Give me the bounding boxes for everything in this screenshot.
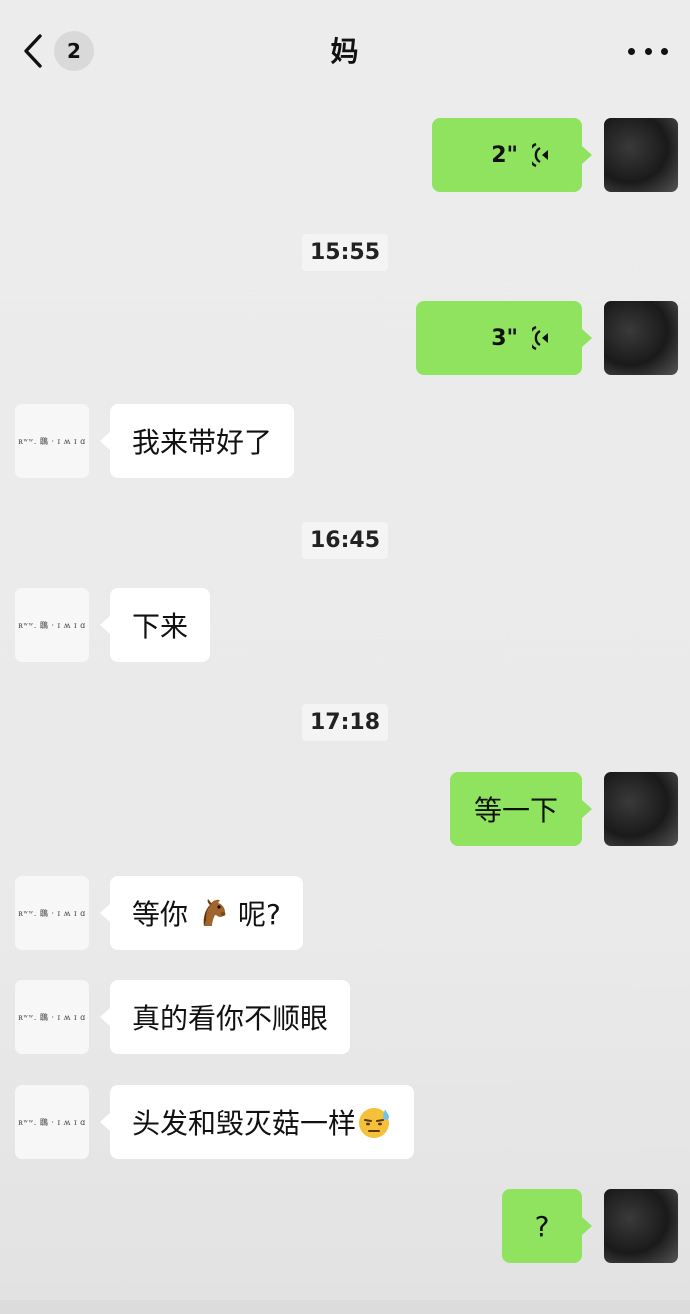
text-message-bubble[interactable]: 我来带好了 [99, 404, 295, 478]
message-text: 头发和毁灭菇一样 [132, 1107, 357, 1140]
message-text: 等你 [132, 898, 189, 931]
message-row: ? [0, 1189, 690, 1263]
contact-avatar[interactable]: ʀʷʷ. 䳭 · ɪ ʍ ɪ ɑ [15, 588, 89, 662]
message-text: 等一下 [473, 794, 558, 827]
voice-message-bubble[interactable]: 3" [416, 301, 592, 375]
text-message-bubble[interactable]: ? [502, 1189, 592, 1263]
message-text: 我来带好了 [132, 426, 273, 459]
voice-message-bubble[interactable]: 2" [432, 118, 592, 192]
message-text: 下来 [132, 610, 189, 643]
contact-avatar[interactable]: ʀʷʷ. 䳭 · ɪ ʍ ɪ ɑ [15, 404, 89, 478]
my-avatar[interactable] [604, 772, 678, 846]
message-text: 真的看你不顺眼 [132, 1002, 329, 1035]
message-text: 呢? [238, 898, 281, 931]
avatar-logo-image: ʀʷʷ. 䳭 · ɪ ʍ ɪ ɑ [18, 1117, 86, 1127]
message-row: 3" [0, 301, 690, 375]
my-avatar[interactable] [604, 1189, 678, 1263]
text-message-bubble[interactable]: 头发和毁灭菇一样 [99, 1085, 415, 1159]
more-options-button[interactable] [628, 36, 668, 66]
message-row: ʀʷʷ. 䳭 · ɪ ʍ ɪ ɑ 头发和毁灭菇一样 [0, 1085, 690, 1159]
chat-screen: 2 妈 2" 15:55 3" ʀʷʷ. 䳭 · ɪ ʍ ɪ ɑ 我来带好了 1… [0, 0, 690, 1314]
message-row: ʀʷʷ. 䳭 · ɪ ʍ ɪ ɑ 等你 呢? [0, 876, 690, 950]
horse-emoji-icon [196, 896, 230, 930]
avatar-logo-image: ʀʷʷ. 䳭 · ɪ ʍ ɪ ɑ [18, 908, 86, 918]
my-avatar[interactable] [604, 118, 678, 192]
text-message-bubble[interactable]: 真的看你不顺眼 [99, 980, 351, 1054]
more-dots-icon [628, 47, 635, 55]
my-avatar[interactable] [604, 301, 678, 375]
sweat-face-emoji-icon [356, 1104, 392, 1140]
message-row: 等一下 [0, 772, 690, 846]
contact-avatar[interactable]: ʀʷʷ. 䳭 · ɪ ʍ ɪ ɑ [15, 876, 89, 950]
voice-wave-icon [532, 141, 552, 169]
text-message-bubble[interactable]: 下来 [99, 588, 211, 662]
contact-avatar[interactable]: ʀʷʷ. 䳭 · ɪ ʍ ɪ ɑ [15, 1085, 89, 1159]
input-toolbar-edge [0, 1300, 690, 1314]
avatar-logo-image: ʀʷʷ. 䳭 · ɪ ʍ ɪ ɑ [18, 1012, 86, 1022]
message-timestamp: 15:55 [0, 234, 690, 271]
message-row: ʀʷʷ. 䳭 · ɪ ʍ ɪ ɑ 真的看你不顺眼 [0, 980, 690, 1054]
text-message-bubble[interactable]: 等一下 [449, 772, 593, 846]
message-row: ʀʷʷ. 䳭 · ɪ ʍ ɪ ɑ 下来 [0, 588, 690, 662]
contact-avatar[interactable]: ʀʷʷ. 䳭 · ɪ ʍ ɪ ɑ [15, 980, 89, 1054]
message-row: ʀʷʷ. 䳭 · ɪ ʍ ɪ ɑ 我来带好了 [0, 404, 690, 478]
text-message-bubble[interactable]: 等你 呢? [100, 876, 303, 950]
voice-duration: 3" [491, 325, 518, 351]
chat-header: 2 妈 [0, 0, 690, 100]
voice-duration: 2" [491, 142, 518, 168]
message-timestamp: 16:45 [0, 522, 690, 559]
voice-wave-icon [532, 324, 552, 352]
message-timestamp: 17:18 [0, 704, 690, 741]
message-text: ? [534, 1209, 550, 1243]
message-row: 2" [0, 118, 690, 192]
avatar-logo-image: ʀʷʷ. 䳭 · ɪ ʍ ɪ ɑ [18, 620, 86, 630]
chat-title: 妈 [330, 35, 360, 68]
avatar-logo-image: ʀʷʷ. 䳭 · ɪ ʍ ɪ ɑ [18, 436, 86, 446]
